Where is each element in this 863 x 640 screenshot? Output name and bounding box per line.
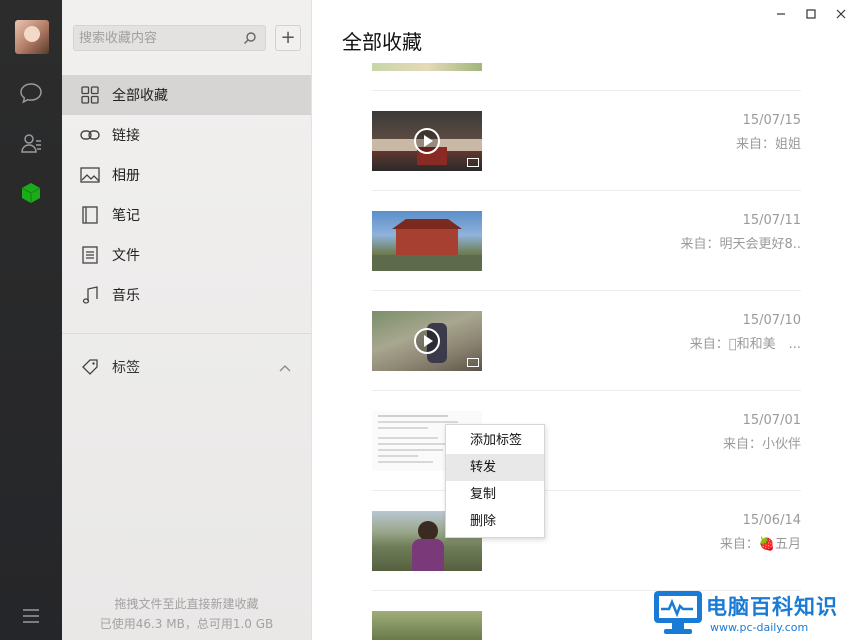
favorites-cube-icon[interactable] bbox=[18, 180, 44, 206]
close-icon[interactable] bbox=[832, 6, 850, 22]
music-note-icon bbox=[80, 285, 100, 305]
nav-item-music[interactable]: 音乐 bbox=[62, 275, 311, 315]
tv-icon bbox=[467, 158, 479, 167]
tags-section-toggle[interactable]: 标签 bbox=[62, 347, 311, 387]
grid-icon bbox=[80, 85, 100, 105]
new-favorite-button[interactable]: + bbox=[275, 25, 301, 51]
item-date: 15/07/11 bbox=[742, 213, 801, 228]
item-source: 来自： 和和美 ... bbox=[689, 337, 801, 352]
left-rail bbox=[0, 0, 62, 640]
link-icon bbox=[80, 125, 100, 145]
item-date: 15/06/14 bbox=[742, 513, 801, 528]
video-thumbnail bbox=[372, 311, 482, 371]
search-icon[interactable] bbox=[243, 31, 257, 49]
item-source: 来自：🍓五月 bbox=[719, 537, 801, 552]
menu-item-copy[interactable]: 复制 bbox=[446, 481, 544, 508]
nav-item-label: 笔记 bbox=[112, 208, 140, 224]
tv-icon bbox=[467, 358, 479, 367]
nav-item-files[interactable]: 文件 bbox=[62, 235, 311, 275]
nav-item-label: 全部收藏 bbox=[112, 88, 168, 104]
plus-icon: + bbox=[280, 27, 296, 48]
nav-item-link[interactable]: 链接 bbox=[62, 115, 311, 155]
notebook-icon bbox=[80, 205, 100, 225]
nav-item-label: 链接 bbox=[112, 128, 140, 144]
item-date: 15/07/15 bbox=[742, 113, 801, 128]
tag-icon bbox=[80, 357, 100, 377]
tags-label: 标签 bbox=[112, 360, 140, 376]
drag-hint: 拖拽文件至此直接新建收藏 bbox=[114, 597, 259, 611]
item-source: 来自：小伙伴 bbox=[722, 437, 801, 452]
watermark-text: 电脑百科知识 bbox=[706, 595, 838, 619]
play-icon bbox=[414, 128, 440, 154]
chat-icon[interactable] bbox=[18, 80, 44, 106]
search-box bbox=[73, 25, 266, 51]
maximize-icon[interactable] bbox=[802, 6, 820, 22]
nav-item-all[interactable]: 全部收藏 bbox=[62, 75, 311, 115]
menu-icon[interactable] bbox=[18, 603, 44, 629]
favorite-item[interactable]: 15/07/15 来自：姐姐 bbox=[372, 91, 801, 191]
image-icon bbox=[80, 165, 100, 185]
item-date: 15/07/10 bbox=[742, 313, 801, 328]
item-source: 来自：姐姐 bbox=[735, 137, 801, 152]
page-title: 全部收藏 bbox=[342, 30, 422, 54]
category-panel: + 全部收藏 链接 相册 笔记 文件 音乐 标签 拖拽文 bbox=[62, 0, 312, 640]
item-date: 15/07/01 bbox=[742, 413, 801, 428]
favorites-content: 全部收藏 15/07/15 来自：姐姐 15/07/11 来自：明天会更好8.. bbox=[312, 0, 863, 640]
minimize-icon[interactable] bbox=[772, 6, 790, 22]
image-thumbnail bbox=[372, 211, 482, 271]
partial-thumbnail bbox=[372, 63, 482, 71]
file-icon bbox=[80, 245, 100, 265]
favorite-item[interactable]: 15/06/14 来自：🍓五月 bbox=[372, 491, 801, 591]
nav-item-label: 音乐 bbox=[112, 288, 140, 304]
nav-item-label: 文件 bbox=[112, 248, 140, 264]
divider bbox=[62, 333, 311, 334]
context-menu: 添加标签 转发 复制 删除 bbox=[445, 424, 545, 538]
watermark-url: www.pc-daily.com bbox=[710, 621, 809, 634]
video-thumbnail bbox=[372, 111, 482, 171]
favorite-item[interactable]: 15/07/11 来自：明天会更好8.. bbox=[372, 191, 801, 291]
nav-item-label: 相册 bbox=[112, 168, 140, 184]
storage-usage: 已使用46.3 MB，总可用1.0 GB bbox=[99, 617, 274, 631]
favorite-item[interactable]: 15/07/10 来自： 和和美 ... bbox=[372, 291, 801, 391]
menu-item-delete[interactable]: 删除 bbox=[446, 508, 544, 535]
play-icon bbox=[414, 328, 440, 354]
item-source: 来自：明天会更好8.. bbox=[680, 237, 801, 252]
nav-item-notes[interactable]: 笔记 bbox=[62, 195, 311, 235]
menu-item-add-tag[interactable]: 添加标签 bbox=[446, 427, 544, 454]
contacts-icon[interactable] bbox=[18, 130, 44, 156]
nav-item-album[interactable]: 相册 bbox=[62, 155, 311, 195]
search-input[interactable] bbox=[74, 26, 234, 50]
category-nav: 全部收藏 链接 相册 笔记 文件 音乐 bbox=[62, 75, 311, 315]
partial-thumbnail bbox=[372, 611, 482, 640]
menu-item-forward[interactable]: 转发 bbox=[446, 454, 544, 481]
monitor-logo-icon bbox=[654, 591, 702, 634]
avatar[interactable] bbox=[15, 20, 49, 54]
watermark: 电脑百科知识 www.pc-daily.com bbox=[648, 585, 863, 640]
favorite-item[interactable]: 15/07/01 来自：小伙伴 bbox=[372, 391, 801, 491]
chevron-up-icon bbox=[279, 360, 291, 376]
